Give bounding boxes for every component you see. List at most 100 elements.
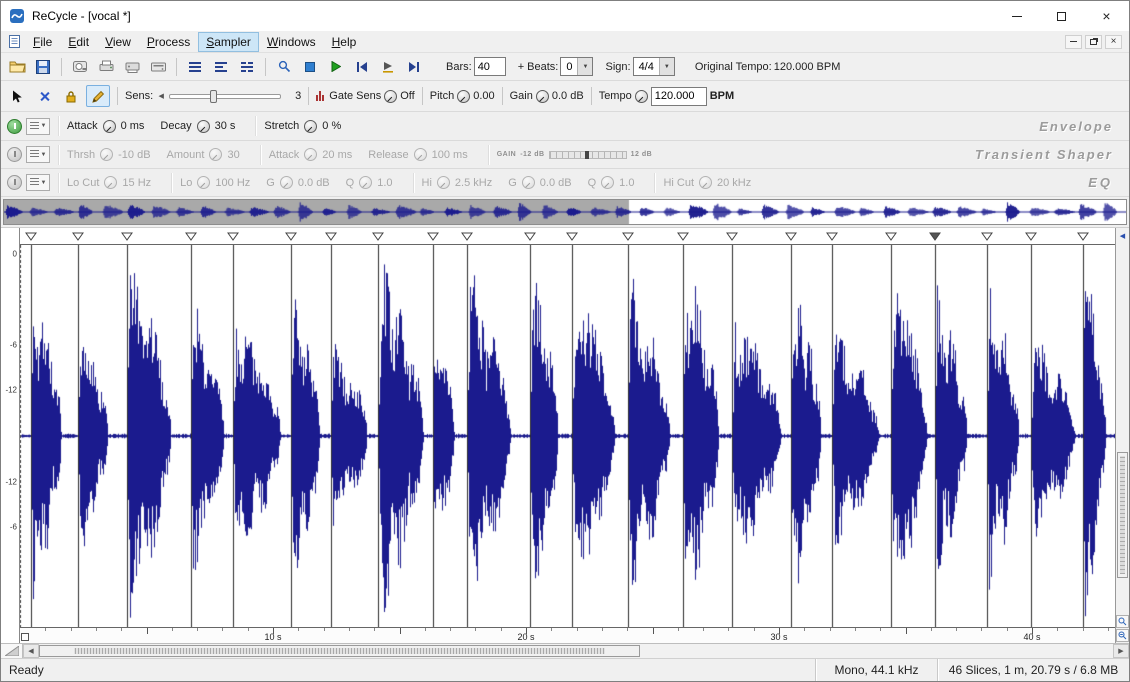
sign-select[interactable]: 4/4 ▼ — [633, 57, 675, 76]
horizontal-scroll-track[interactable] — [39, 644, 1113, 658]
transient-preset-button[interactable]: ▼ — [26, 146, 50, 163]
vertical-zoom-handle[interactable]: ◀ — [1116, 228, 1129, 244]
arrow-tool-button[interactable] — [5, 85, 29, 107]
mdi-restore-button[interactable] — [1085, 35, 1102, 49]
transmit-loop-button[interactable] — [120, 56, 144, 78]
tempo-knob[interactable] — [635, 90, 648, 103]
menu-item-windows[interactable]: Windows — [259, 32, 324, 52]
slice-marker-strip[interactable] — [20, 228, 1115, 245]
slice-marker[interactable] — [885, 232, 897, 241]
lock-tool-button[interactable] — [59, 85, 83, 107]
gain-knob[interactable] — [536, 90, 549, 103]
vertical-zoom-in-button[interactable] — [1116, 615, 1129, 628]
horizontal-scroll-thumb[interactable] — [39, 645, 640, 657]
slice-marker[interactable] — [325, 232, 337, 241]
eq-preset-button[interactable]: ▼ — [26, 174, 50, 191]
eq-locut-knob[interactable] — [104, 176, 117, 189]
export-sampler-button[interactable] — [94, 56, 118, 78]
slice-marker[interactable] — [461, 232, 473, 241]
slice-marker[interactable] — [72, 232, 84, 241]
zoom-corner-widget[interactable] — [1, 644, 23, 658]
eq-lo-gain-knob[interactable] — [280, 176, 293, 189]
view-option-button-2[interactable] — [209, 56, 233, 78]
beats-select[interactable]: 0 ▼ — [560, 57, 593, 76]
slice-marker[interactable] — [227, 232, 239, 241]
view-option-button-3[interactable] — [235, 56, 259, 78]
transient-release-knob[interactable] — [414, 148, 427, 161]
slice-marker[interactable] — [785, 232, 797, 241]
mdi-minimize-button[interactable] — [1065, 35, 1082, 49]
bars-input[interactable] — [474, 57, 506, 76]
vertical-scroll-track[interactable] — [1116, 244, 1129, 615]
slice-marker[interactable] — [524, 232, 536, 241]
left-locator-marker[interactable] — [21, 633, 29, 641]
eq-hi-knob[interactable] — [437, 176, 450, 189]
minimize-button[interactable] — [994, 1, 1039, 31]
slice-marker[interactable] — [981, 232, 993, 241]
maximize-button[interactable] — [1039, 1, 1084, 31]
close-button[interactable]: × — [1084, 1, 1129, 31]
slice-marker[interactable] — [1077, 232, 1089, 241]
menu-item-sampler[interactable]: Sampler — [198, 32, 259, 52]
slice-marker[interactable] — [285, 232, 297, 241]
scroll-right-button[interactable]: ▶ — [1113, 644, 1129, 658]
slice-marker[interactable] — [185, 232, 197, 241]
envelope-power-button[interactable] — [7, 119, 22, 134]
goto-end-button[interactable] — [402, 56, 426, 78]
env-stretch-knob[interactable] — [304, 120, 317, 133]
slice-marker[interactable] — [427, 232, 439, 241]
time-ruler[interactable]: 10 s20 s30 s40 s — [20, 627, 1115, 643]
eq-hicut-knob[interactable] — [699, 176, 712, 189]
gate-sens-knob[interactable] — [384, 90, 397, 103]
envelope-preset-button[interactable]: ▼ — [26, 118, 50, 135]
mdi-close-button[interactable]: × — [1105, 35, 1122, 49]
gain-meter-thumb[interactable] — [585, 151, 589, 159]
preview-toggle-button[interactable] — [272, 56, 296, 78]
save-button[interactable] — [31, 56, 55, 78]
play-button[interactable] — [324, 56, 348, 78]
slice-marker[interactable] — [566, 232, 578, 241]
transient-power-button[interactable] — [7, 147, 22, 162]
sens-slider[interactable] — [169, 94, 281, 99]
measure-button[interactable] — [68, 56, 92, 78]
tempo-input[interactable] — [651, 87, 707, 106]
eq-hi-gain-knob[interactable] — [522, 176, 535, 189]
scroll-left-button[interactable]: ◀ — [23, 644, 39, 658]
waveform-canvas[interactable] — [20, 245, 1115, 627]
slice-marker[interactable] — [826, 232, 838, 241]
vertical-zoom-out-button[interactable] — [1116, 629, 1129, 642]
env-attack-knob[interactable] — [103, 120, 116, 133]
sens-slider-thumb[interactable] — [210, 90, 217, 103]
eq-lo-q-knob[interactable] — [359, 176, 372, 189]
menu-item-edit[interactable]: Edit — [60, 32, 97, 52]
transient-thrsh-knob[interactable] — [100, 148, 113, 161]
vertical-scroll-thumb[interactable] — [1117, 452, 1128, 578]
sens-decrease-button[interactable]: ◀ — [156, 92, 166, 100]
eq-lo-knob[interactable] — [197, 176, 210, 189]
slice-marker[interactable] — [677, 232, 689, 241]
goto-start-button[interactable] — [350, 56, 374, 78]
loop-playback-button[interactable] — [376, 56, 400, 78]
slice-marker[interactable] — [929, 232, 941, 241]
eq-power-button[interactable] — [7, 175, 22, 190]
slice-marker[interactable] — [372, 232, 384, 241]
menu-item-process[interactable]: Process — [139, 32, 198, 52]
menu-item-view[interactable]: View — [97, 32, 139, 52]
stop-button[interactable] — [298, 56, 322, 78]
slice-marker[interactable] — [25, 232, 37, 241]
slice-marker[interactable] — [726, 232, 738, 241]
mute-tool-button[interactable] — [32, 85, 56, 107]
overview-waveform-canvas[interactable] — [4, 200, 1126, 224]
env-decay-knob[interactable] — [197, 120, 210, 133]
gain-meter-track[interactable] — [549, 151, 627, 159]
eq-hi-q-knob[interactable] — [601, 176, 614, 189]
slice-marker[interactable] — [622, 232, 634, 241]
menu-item-help[interactable]: Help — [324, 32, 365, 52]
slice-marker[interactable] — [121, 232, 133, 241]
transient-amount-knob[interactable] — [209, 148, 222, 161]
transient-attack-knob[interactable] — [304, 148, 317, 161]
sampler-device-button[interactable] — [146, 56, 170, 78]
open-button[interactable] — [5, 56, 29, 78]
pencil-tool-button[interactable] — [86, 85, 110, 107]
view-option-button-1[interactable] — [183, 56, 207, 78]
